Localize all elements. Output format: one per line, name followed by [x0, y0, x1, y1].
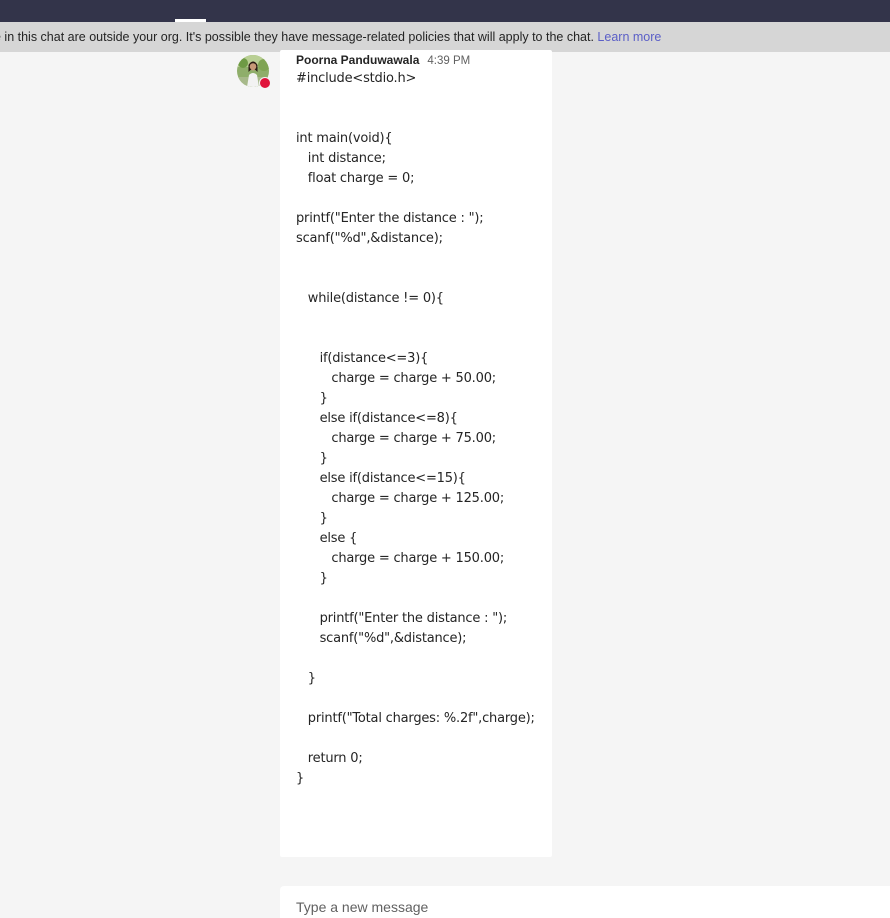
external-org-banner: e in this chat are outside your org. It'… [0, 22, 890, 52]
chat-message[interactable]: Poorna Panduwawala 4:39 PM #include<stdio… [280, 50, 552, 857]
avatar[interactable] [237, 55, 271, 89]
author-name: Poorna Panduwawala [296, 53, 420, 67]
top-app-bar [0, 0, 890, 22]
busy-status-dot [259, 77, 271, 89]
compose-box[interactable]: Type a new message [280, 886, 890, 918]
message-input[interactable]: Type a new message [296, 899, 428, 915]
message-timestamp: 4:39 PM [427, 55, 471, 67]
message-body: #include<stdio.h> int main(void){ int di… [296, 71, 535, 786]
learn-more-link[interactable]: Learn more [597, 30, 661, 44]
message-header: Poorna Panduwawala 4:39 PM [296, 53, 470, 68]
banner-text: e in this chat are outside your org. It'… [0, 30, 594, 44]
